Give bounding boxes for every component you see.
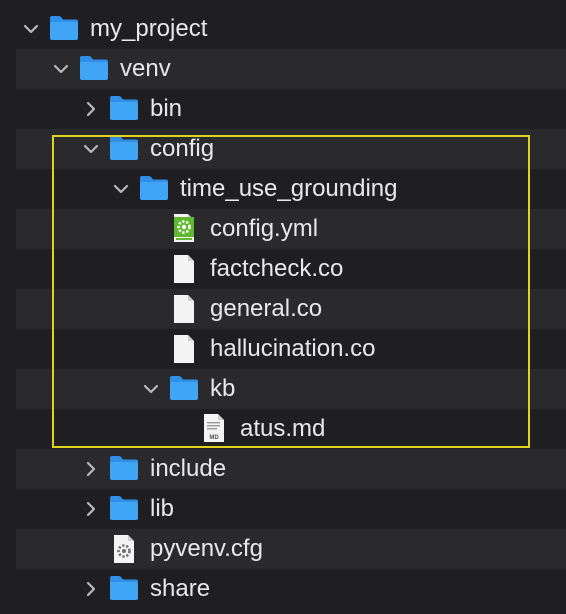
chevron-down-icon[interactable]: [142, 380, 160, 398]
tree-row-hallucination[interactable]: hallucination.co: [16, 329, 566, 369]
yaml-gear-icon: [174, 214, 194, 242]
chevron-down-icon[interactable]: [52, 60, 70, 78]
tree-item-label: time_use_grounding: [180, 175, 398, 202]
chevron-down-icon[interactable]: [82, 140, 100, 158]
settings-file-icon: [114, 535, 134, 563]
tree-row-config[interactable]: config: [16, 129, 566, 169]
tree-row-share[interactable]: share: [16, 569, 566, 609]
tree-item-label: kb: [210, 375, 236, 402]
folder-icon: [78, 54, 110, 82]
tree-item-label: venv: [120, 55, 171, 82]
tree-row-include[interactable]: include: [16, 449, 566, 489]
tree-item-label: bin: [150, 95, 183, 122]
tree-item-label: include: [150, 455, 227, 482]
folder-icon: [168, 374, 200, 402]
chevron-right-icon[interactable]: [82, 580, 100, 598]
markdown-file-icon: MD: [204, 414, 224, 442]
tree-row-pyvenv-cfg[interactable]: pyvenv.cfg: [16, 529, 566, 569]
tree-row-factcheck[interactable]: factcheck.co: [16, 249, 566, 289]
document-icon: [172, 294, 196, 324]
tree-item-label: hallucination.co: [210, 335, 376, 362]
chevron-down-icon[interactable]: [112, 180, 130, 198]
folder-icon: [108, 134, 140, 162]
tree-row-my-project[interactable]: my_project: [16, 9, 566, 49]
tree-row-time-use-grounding[interactable]: time_use_grounding: [16, 169, 566, 209]
folder-icon: [108, 574, 140, 602]
tree-item-label: share: [150, 575, 211, 602]
tree-row-kb[interactable]: kb: [16, 369, 566, 409]
folder-icon: [48, 14, 80, 42]
tree-row-general[interactable]: general.co: [16, 289, 566, 329]
md-badge: MD: [209, 435, 219, 441]
chevron-right-icon[interactable]: [82, 460, 100, 478]
tree-item-label: config: [150, 135, 215, 162]
document-icon: [172, 254, 196, 284]
tree-item-label: general.co: [210, 295, 323, 322]
tree-row-config-yml[interactable]: config.yml: [16, 209, 566, 249]
folder-icon: [108, 454, 140, 482]
chevron-down-icon[interactable]: [22, 20, 40, 38]
tree-item-label: atus.md: [240, 415, 326, 442]
tree-row-venv[interactable]: venv: [16, 49, 566, 89]
chevron-right-icon[interactable]: [82, 100, 100, 118]
folder-icon: [108, 494, 140, 522]
file-tree: my_project venv bin config time_use_grou…: [0, 0, 566, 614]
tree-row-lib[interactable]: lib: [16, 489, 566, 529]
tree-item-label: pyvenv.cfg: [150, 535, 263, 562]
tree-item-label: my_project: [90, 15, 208, 42]
document-icon: [172, 334, 196, 364]
tree-row-bin[interactable]: bin: [16, 89, 566, 129]
tree-row-atus-md[interactable]: MD atus.md: [16, 409, 566, 449]
folder-icon: [138, 174, 170, 202]
folder-icon: [108, 94, 140, 122]
tree-item-label: factcheck.co: [210, 255, 344, 282]
chevron-right-icon[interactable]: [82, 500, 100, 518]
tree-item-label: lib: [150, 495, 175, 522]
tree-item-label: config.yml: [210, 215, 319, 242]
